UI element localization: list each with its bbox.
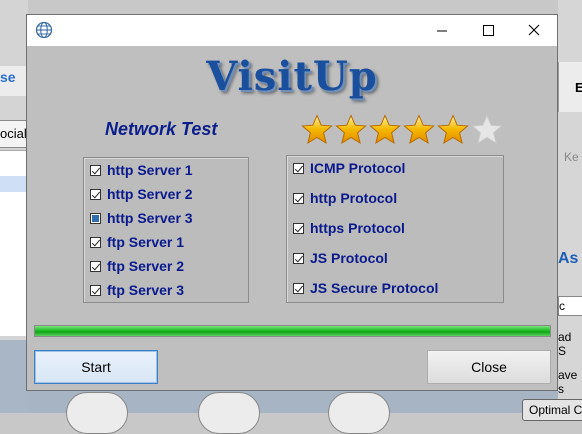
background-app-right: E Ke As c ad S ave s bbox=[558, 0, 582, 413]
background-fragment-label: E bbox=[575, 80, 582, 95]
server-label: ftp Server 3 bbox=[107, 282, 185, 298]
protocol-checkbox-5[interactable]: JS Secure Protocol bbox=[293, 280, 438, 298]
globe-icon bbox=[35, 21, 53, 39]
server-label: http Server 2 bbox=[107, 186, 193, 202]
minimize-icon bbox=[437, 30, 447, 32]
checkbox-checked-icon[interactable] bbox=[293, 163, 304, 174]
checkbox-checked-icon[interactable] bbox=[90, 285, 101, 296]
checkbox-checked-icon[interactable] bbox=[90, 261, 101, 272]
maximize-button[interactable] bbox=[465, 15, 511, 46]
minimize-button[interactable] bbox=[419, 15, 465, 46]
protocol-checkbox-4[interactable]: JS Protocol bbox=[293, 250, 388, 268]
checkbox-checked-icon[interactable] bbox=[90, 189, 101, 200]
server-label: ftp Server 2 bbox=[107, 258, 185, 274]
server-label: http Server 3 bbox=[107, 210, 193, 226]
background-optimal-button: Optimal C bbox=[522, 399, 582, 421]
checkbox-checked-icon[interactable] bbox=[90, 237, 101, 248]
background-panel bbox=[0, 340, 28, 413]
background-fragment-heading: As bbox=[558, 250, 579, 267]
server-checkbox-4[interactable]: ftp Server 1 bbox=[90, 234, 184, 252]
server-checkbox-6[interactable]: ftp Server 3 bbox=[90, 282, 184, 300]
progress-fill bbox=[35, 326, 550, 336]
background-fragment-tab: ocial bbox=[0, 120, 28, 148]
subtitle: Network Test bbox=[105, 119, 218, 139]
server-label: ftp Server 1 bbox=[107, 234, 185, 250]
visitup-dialog: VisitUp Network Test http Server 1 http S… bbox=[26, 14, 558, 391]
star-filled-icon bbox=[403, 114, 435, 145]
background-knob bbox=[198, 392, 260, 434]
star-empty-icon bbox=[471, 114, 503, 145]
title-bar[interactable] bbox=[27, 15, 557, 46]
background-fragment-box: E bbox=[558, 62, 582, 112]
server-checkbox-2[interactable]: http Server 2 bbox=[90, 186, 193, 204]
checkbox-indeterminate-icon[interactable] bbox=[90, 213, 101, 224]
background-fragment-field: c bbox=[558, 296, 582, 316]
protocol-label: ICMP Protocol bbox=[310, 160, 406, 176]
server-checkbox-5[interactable]: ftp Server 2 bbox=[90, 258, 184, 276]
checkbox-checked-icon[interactable] bbox=[293, 253, 304, 264]
servers-group: http Server 1 http Server 2 http Server 3 f… bbox=[83, 157, 249, 303]
checkbox-checked-icon[interactable] bbox=[293, 283, 304, 294]
checkbox-checked-icon[interactable] bbox=[293, 223, 304, 234]
protocol-label: http Protocol bbox=[310, 190, 398, 206]
background-knob bbox=[328, 392, 390, 434]
app-title: VisitUp bbox=[206, 53, 378, 100]
star-filled-icon bbox=[301, 114, 333, 145]
protocol-checkbox-2[interactable]: http Protocol bbox=[293, 190, 397, 208]
background-fragment-label: Ke bbox=[564, 150, 579, 164]
background-fragment-label: se bbox=[0, 66, 28, 96]
progress-bar bbox=[34, 325, 551, 337]
protocol-label: JS Protocol bbox=[310, 250, 388, 266]
close-window-button[interactable] bbox=[511, 15, 557, 46]
protocols-group: ICMP Protocol http Protocol https Protocol… bbox=[286, 155, 504, 303]
background-fragment-label: ave s bbox=[558, 368, 578, 396]
maximize-icon bbox=[483, 25, 494, 36]
protocol-label: JS Secure Protocol bbox=[310, 280, 439, 296]
background-app-left: se ocial bbox=[0, 0, 28, 413]
background-fragment-label: ad S bbox=[558, 330, 572, 358]
background-list-selection bbox=[0, 176, 28, 192]
star-filled-icon bbox=[369, 114, 401, 145]
server-checkbox-1[interactable]: http Server 1 bbox=[90, 162, 193, 180]
close-button[interactable]: Close bbox=[427, 350, 551, 384]
star-filled-icon bbox=[335, 114, 367, 145]
star-filled-icon bbox=[437, 114, 469, 145]
close-icon bbox=[528, 24, 540, 36]
server-checkbox-3[interactable]: http Server 3 bbox=[90, 210, 193, 228]
start-button[interactable]: Start bbox=[34, 350, 158, 384]
protocol-label: https Protocol bbox=[310, 220, 405, 236]
server-label: http Server 1 bbox=[107, 162, 193, 178]
checkbox-checked-icon[interactable] bbox=[293, 193, 304, 204]
checkbox-checked-icon[interactable] bbox=[90, 165, 101, 176]
background-knob bbox=[66, 392, 128, 434]
protocol-checkbox-1[interactable]: ICMP Protocol bbox=[293, 160, 405, 178]
protocol-checkbox-3[interactable]: https Protocol bbox=[293, 220, 405, 238]
